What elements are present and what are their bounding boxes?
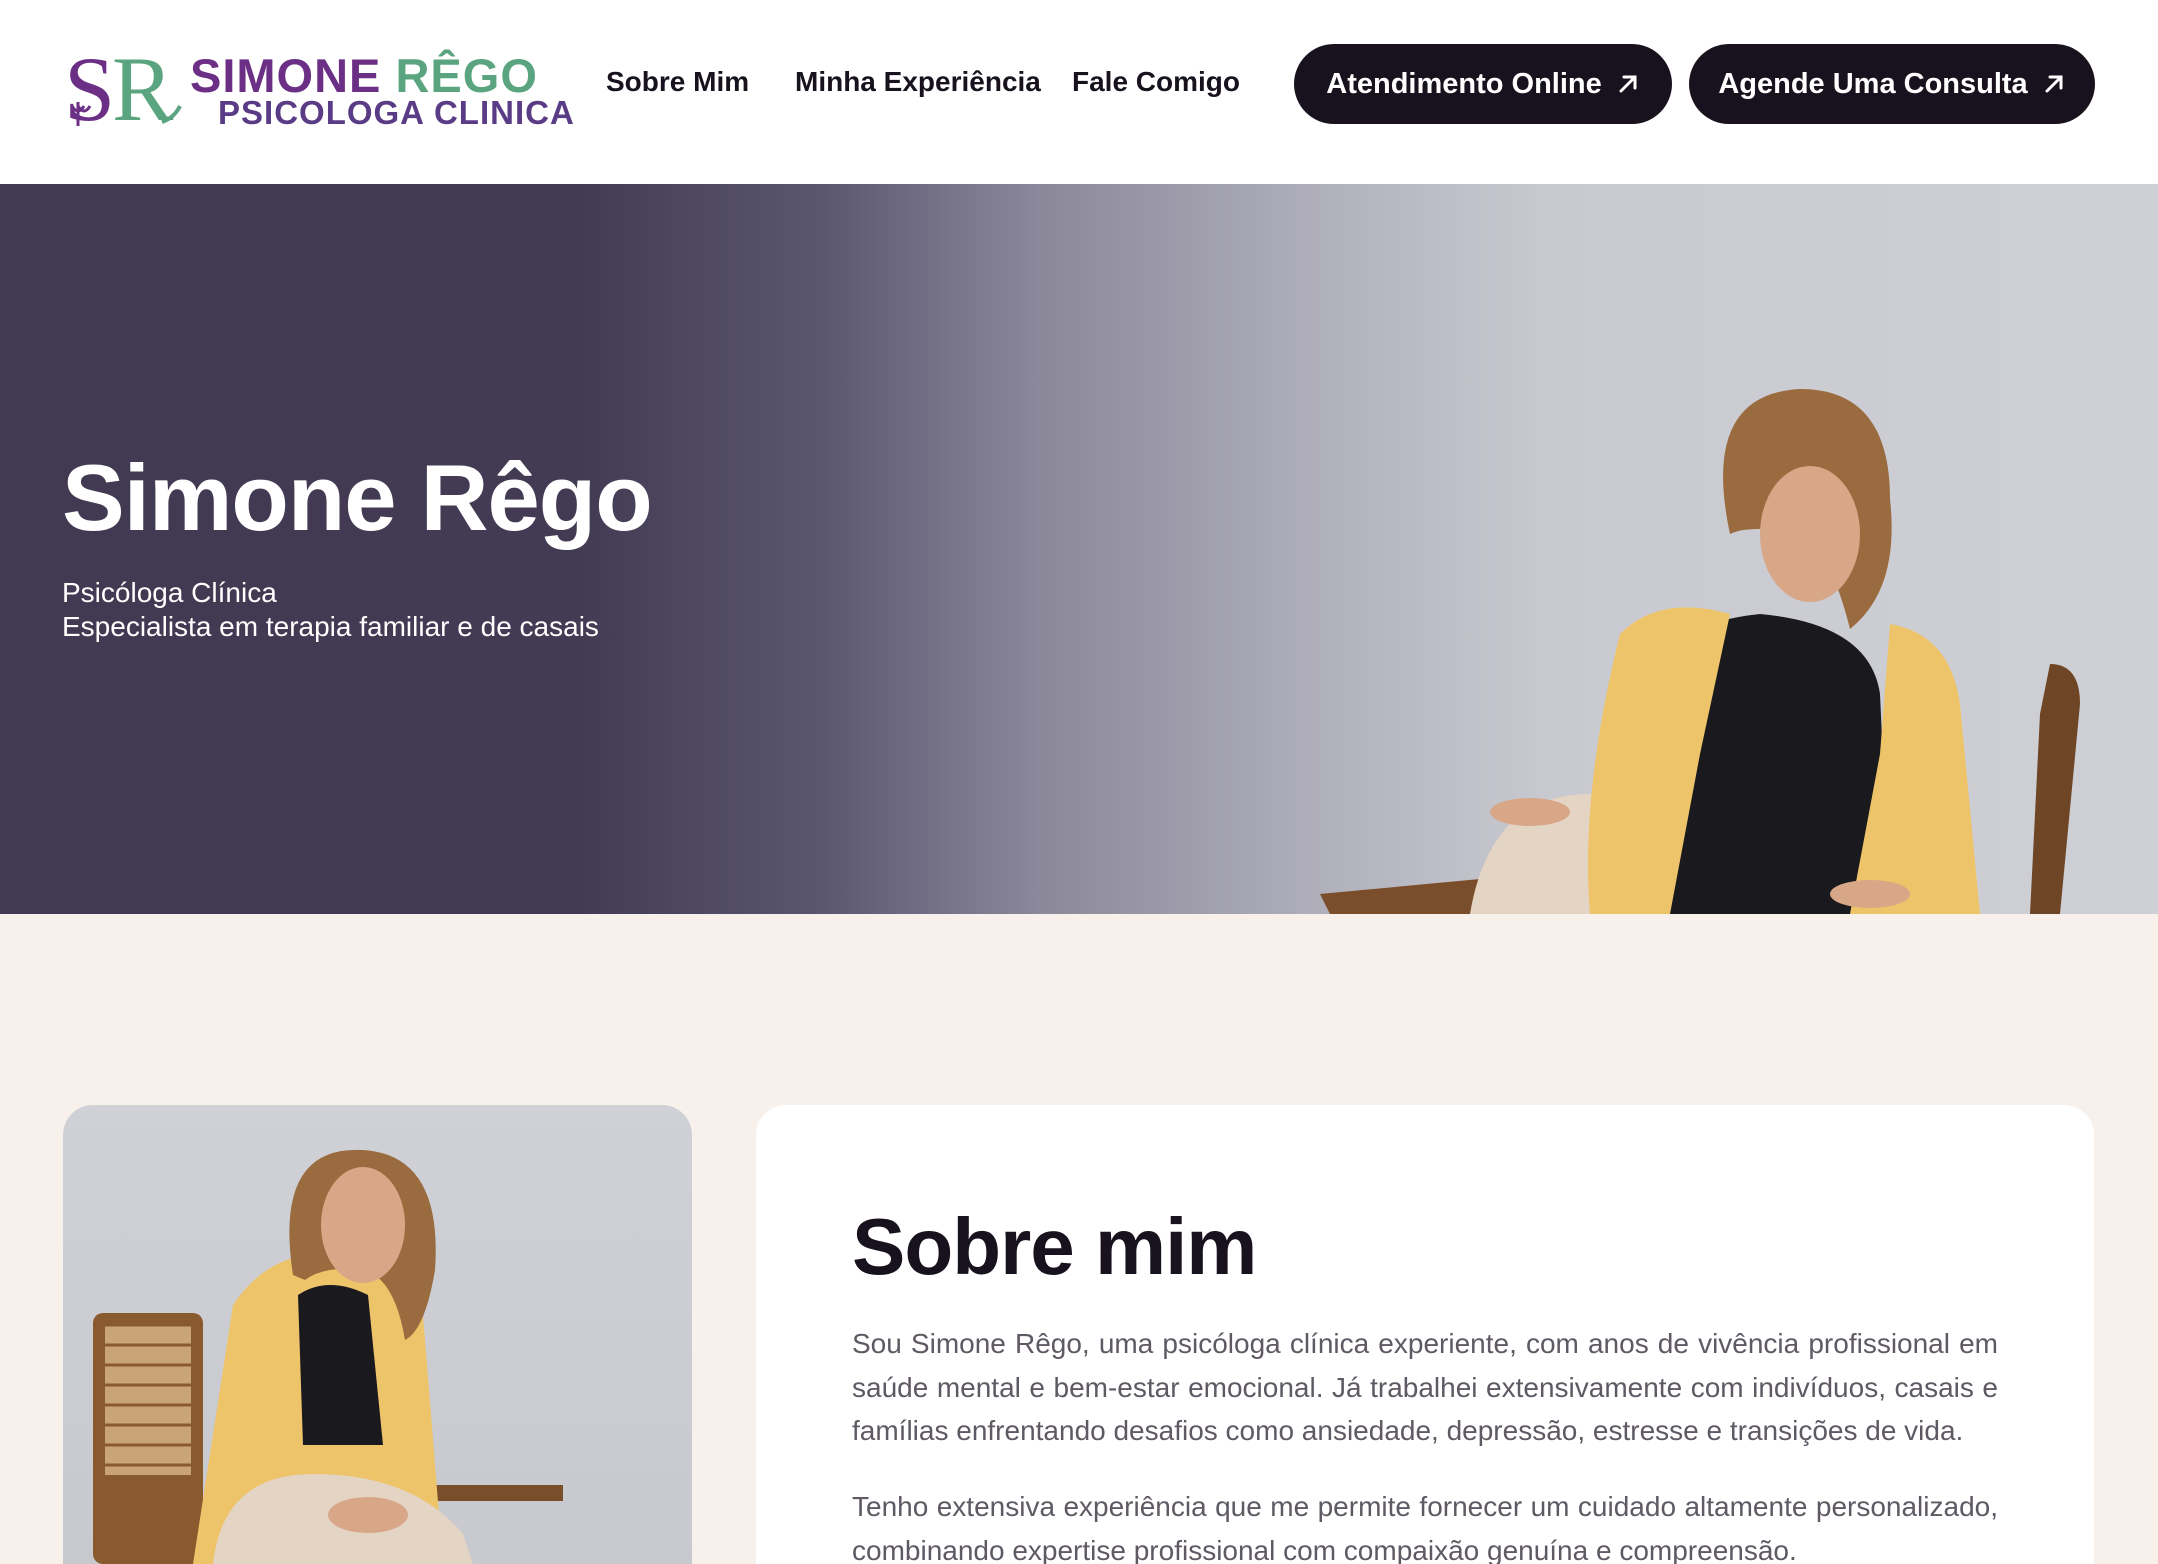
hero-title: Simone Rêgo <box>62 445 653 550</box>
sr-monogram-logo: S R <box>64 44 182 134</box>
hero-portrait-image <box>1320 389 2080 914</box>
hero-banner: Simone Rêgo Psicóloga Clínica Especialis… <box>0 184 2158 914</box>
hero-subtitle-specialty: Especialista em terapia familiar e de ca… <box>62 611 599 642</box>
about-card: Sobre mim Sou Simone Rêgo, uma psicóloga… <box>756 1105 2094 1564</box>
nav-link-minha-experiencia[interactable]: Minha Experiência <box>795 66 1041 98</box>
hero-subtitle: Psicóloga Clínica Especialista em terapi… <box>62 576 599 644</box>
nav-link-fale-comigo[interactable]: Fale Comigo <box>1072 66 1240 98</box>
about-portrait-image <box>63 1105 692 1564</box>
online-service-label: Atendimento Online <box>1326 67 1602 100</box>
arrow-up-right-icon <box>1619 75 1637 93</box>
arrow-up-right-icon <box>2045 75 2063 93</box>
online-service-button[interactable]: Atendimento Online <box>1294 44 1672 124</box>
brand-logo[interactable]: S R SIMONE RÊGO PSICOLOGA CLINICA <box>64 44 574 134</box>
svg-text:S: S <box>64 44 115 134</box>
schedule-consultation-button[interactable]: Agende Uma Consulta <box>1689 44 2095 124</box>
site-header: S R SIMONE RÊGO PSICOLOGA CLINICA Sobre … <box>0 0 2158 184</box>
hero-subtitle-role: Psicóloga Clínica <box>62 577 277 608</box>
about-title: Sobre mim <box>852 1202 1257 1291</box>
about-paragraph-1: Sou Simone Rêgo, uma psicóloga clínica e… <box>852 1328 1998 1446</box>
brand-tagline: PSICOLOGA CLINICA <box>218 94 575 131</box>
schedule-consultation-label: Agende Uma Consulta <box>1718 67 2028 100</box>
about-paragraph-2: Tenho extensiva experiência que me permi… <box>852 1491 1998 1564</box>
nav-link-sobre-mim[interactable]: Sobre Mim <box>606 66 749 98</box>
about-portrait-illustration <box>93 1149 563 1564</box>
